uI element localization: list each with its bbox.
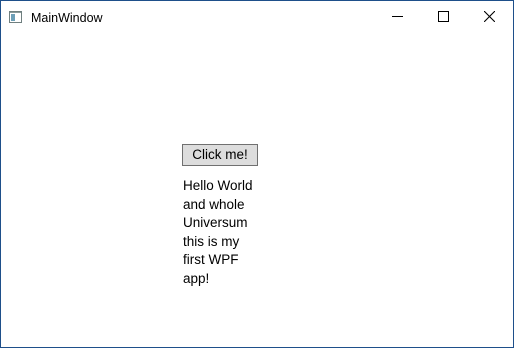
minimize-icon (391, 16, 403, 17)
minimize-button[interactable] (374, 1, 420, 32)
main-window: MainWindow Click me! Hello World and who… (0, 0, 514, 348)
maximize-button[interactable] (420, 1, 466, 32)
app-icon[interactable] (9, 11, 22, 23)
app-icon-pane (11, 14, 15, 21)
close-button[interactable] (466, 1, 512, 32)
hello-message-text: Hello World and whole Universum this is … (183, 178, 253, 286)
app-icon-bar (10, 12, 21, 13)
maximize-icon (437, 11, 449, 22)
title-bar[interactable]: MainWindow (1, 1, 513, 32)
close-icon (483, 11, 495, 22)
click-me-button[interactable]: Click me! (182, 144, 258, 166)
window-title: MainWindow (31, 11, 103, 25)
window-content: Click me! Hello World and whole Universu… (1, 32, 513, 347)
